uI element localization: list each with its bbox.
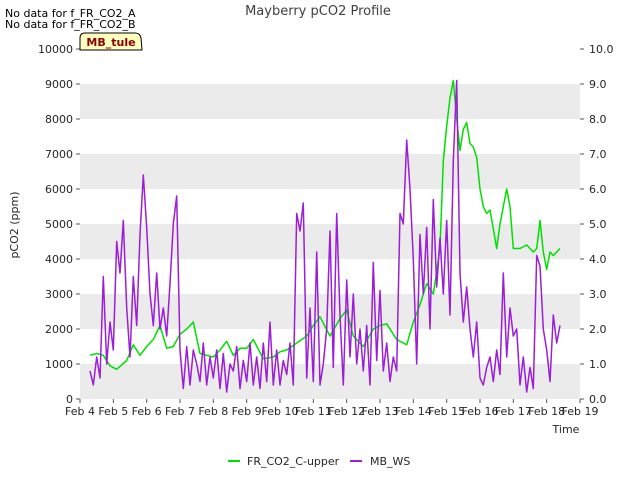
- y2-tick-label: 1.0: [589, 358, 607, 371]
- x-axis-title: Time: [552, 423, 580, 436]
- y-tick-label: 4000: [45, 253, 73, 266]
- grid-bands: [80, 49, 580, 399]
- grid-band: [80, 84, 580, 119]
- legend-label-mb-ws: MB_WS: [370, 455, 410, 468]
- x-axis: Feb 4 Feb 5 Feb 6 Feb 7 Feb 8 Feb 9 Feb 10Feb …: [65, 399, 598, 418]
- y-tick-label: 6000: [45, 183, 73, 196]
- x-tick-label: Feb 19: [562, 405, 599, 418]
- x-tick-label: Feb 5: [98, 405, 128, 418]
- y2-tick-label: 7.0: [589, 148, 607, 161]
- y2-tick-label: 10.0: [589, 43, 614, 56]
- y2-tick-label: 6.0: [589, 183, 607, 196]
- y-axis-title: pCO2 (ppm): [8, 191, 21, 258]
- x-tick-label: Feb 12: [328, 405, 365, 418]
- x-tick-label: Feb 8: [198, 405, 228, 418]
- y2-tick-label: 9.0: [589, 78, 607, 91]
- y-tick-label: 9000: [45, 78, 73, 91]
- y-axis-left: 0 1000 2000 3000 4000 5000 6000 7000 8000 9000 100…: [38, 43, 80, 406]
- y-tick-label: 1000: [45, 358, 73, 371]
- x-tick-label: Feb 13: [362, 405, 399, 418]
- x-tick-label: Feb 10: [262, 405, 299, 418]
- y-axis-right: 0.0 1.0 2.0 3.0 4.0 5.0 6.0 7.0 8.0 9.0 10.0: [580, 43, 614, 406]
- pco2-chart: Feb 4 Feb 5 Feb 6 Feb 7 Feb 8 Feb 9 Feb 10Feb …: [8, 4, 614, 468]
- x-tick-label: Feb 15: [428, 405, 465, 418]
- x-tick-label: Feb 17: [495, 405, 532, 418]
- y2-tick-label: 8.0: [589, 113, 607, 126]
- x-tick-label: Feb 16: [462, 405, 499, 418]
- y2-tick-label: 4.0: [589, 253, 607, 266]
- grid-band: [80, 364, 580, 399]
- y2-tick-label: 5.0: [589, 218, 607, 231]
- y2-tick-label: 2.0: [589, 323, 607, 336]
- x-tick-label: Feb 18: [528, 405, 565, 418]
- chart-title: Mayberry pCO2 Profile: [245, 4, 391, 19]
- legend-label-fr-co2-c-upper: FR_CO2_C-upper: [247, 455, 340, 468]
- legend: FR_CO2_C-upper MB_WS: [228, 455, 410, 468]
- y-tick-label: 3000: [45, 288, 73, 301]
- y-tick-label: 2000: [45, 323, 73, 336]
- grid-band: [80, 154, 580, 189]
- x-tick-label: Feb 9: [232, 405, 262, 418]
- x-tick-label: Feb 14: [395, 405, 432, 418]
- site-label: MB_tule: [86, 36, 135, 49]
- x-tick-label: Feb 6: [132, 405, 162, 418]
- y-tick-label: 5000: [45, 218, 73, 231]
- y2-tick-label: 0.0: [589, 393, 607, 406]
- x-tick-label: Feb 7: [165, 405, 195, 418]
- x-tick-label: Feb 11: [295, 405, 332, 418]
- y-tick-label: 8000: [45, 113, 73, 126]
- y-tick-label: 7000: [45, 148, 73, 161]
- x-tick-label: Feb 4: [65, 405, 95, 418]
- y2-tick-label: 3.0: [589, 288, 607, 301]
- y-tick-label: 10000: [38, 43, 73, 56]
- site-label-box: MB_tule: [79, 32, 143, 51]
- y-tick-label: 0: [66, 393, 73, 406]
